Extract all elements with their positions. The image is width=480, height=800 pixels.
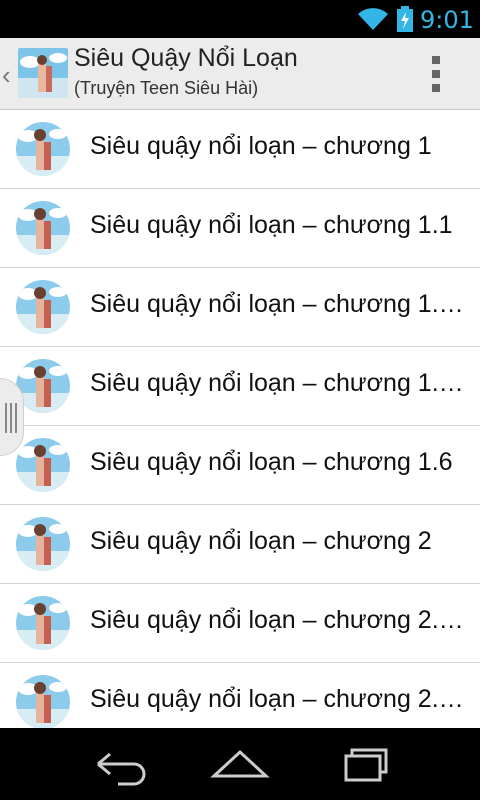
wifi-icon bbox=[358, 8, 388, 30]
chapter-title: Siêu quậy nổi loạn – chương 1.2 + 1.3 bbox=[90, 290, 474, 318]
chapter-list-item[interactable]: Siêu quậy nổi loạn – chương 1.4 + 1.5 bbox=[0, 347, 480, 426]
chapter-list-item[interactable]: Siêu quậy nổi loạn – chương 2.3 + 2.4 bbox=[0, 663, 480, 728]
chapter-thumbnail bbox=[16, 517, 70, 571]
chapter-title: Siêu quậy nổi loạn – chương 2.3 + 2.4 bbox=[90, 685, 474, 713]
clock: 9:01 bbox=[420, 6, 474, 34]
chapter-thumbnail bbox=[16, 122, 70, 176]
page-title: Siêu Quậy Nổi Loạn bbox=[74, 44, 298, 72]
back-icon[interactable] bbox=[88, 742, 152, 786]
overflow-menu-icon[interactable] bbox=[424, 54, 448, 94]
battery-charging-icon bbox=[397, 6, 413, 32]
chapter-thumbnail bbox=[16, 201, 70, 255]
chapter-title: Siêu quậy nổi loạn – chương 1.1 bbox=[90, 211, 453, 239]
chevron-left-icon[interactable]: ‹ bbox=[2, 60, 16, 91]
navigation-bar bbox=[0, 728, 480, 800]
chapter-thumbnail bbox=[16, 280, 70, 334]
chapter-list-item[interactable]: Siêu quậy nổi loạn – chương 2 bbox=[0, 505, 480, 584]
chapter-list-item[interactable]: Siêu quậy nổi loạn – chương 1.2 + 1.3 bbox=[0, 268, 480, 347]
chapter-title: Siêu quậy nổi loạn – chương 1.6 bbox=[90, 448, 453, 476]
chapter-thumbnail bbox=[16, 675, 70, 728]
chapter-thumbnail bbox=[16, 596, 70, 650]
chapter-list-item[interactable]: Siêu quậy nổi loạn – chương 1 bbox=[0, 110, 480, 189]
chapter-title: Siêu quậy nổi loạn – chương 2 bbox=[90, 527, 432, 555]
chapter-thumbnail bbox=[16, 438, 70, 492]
chapter-title: Siêu quậy nổi loạn – chương 1 bbox=[90, 132, 432, 160]
chapter-list: Siêu quậy nổi loạn – chương 1 Siêu quậy n… bbox=[0, 110, 480, 728]
chapter-title: Siêu quậy nổi loạn – chương 2.1 + 2.2 bbox=[90, 606, 474, 634]
chapter-title: Siêu quậy nổi loạn – chương 1.4 + 1.5 bbox=[90, 369, 474, 397]
chapter-thumbnail bbox=[16, 359, 70, 413]
page-subtitle: (Truyện Teen Siêu Hài) bbox=[74, 78, 259, 98]
drawer-handle[interactable] bbox=[0, 378, 24, 456]
chapter-list-item[interactable]: Siêu quậy nổi loạn – chương 1.1 bbox=[0, 189, 480, 268]
recent-apps-icon[interactable] bbox=[330, 742, 394, 786]
status-bar: 9:01 bbox=[0, 0, 480, 38]
app-icon[interactable] bbox=[18, 48, 68, 98]
action-bar: ‹ Siêu Quậy Nổi Loạn (Truyện Teen Siêu H… bbox=[0, 38, 480, 110]
home-icon[interactable] bbox=[208, 742, 272, 786]
chapter-list-item[interactable]: Siêu quậy nổi loạn – chương 1.6 bbox=[0, 426, 480, 505]
chapter-list-item[interactable]: Siêu quậy nổi loạn – chương 2.1 + 2.2 bbox=[0, 584, 480, 663]
